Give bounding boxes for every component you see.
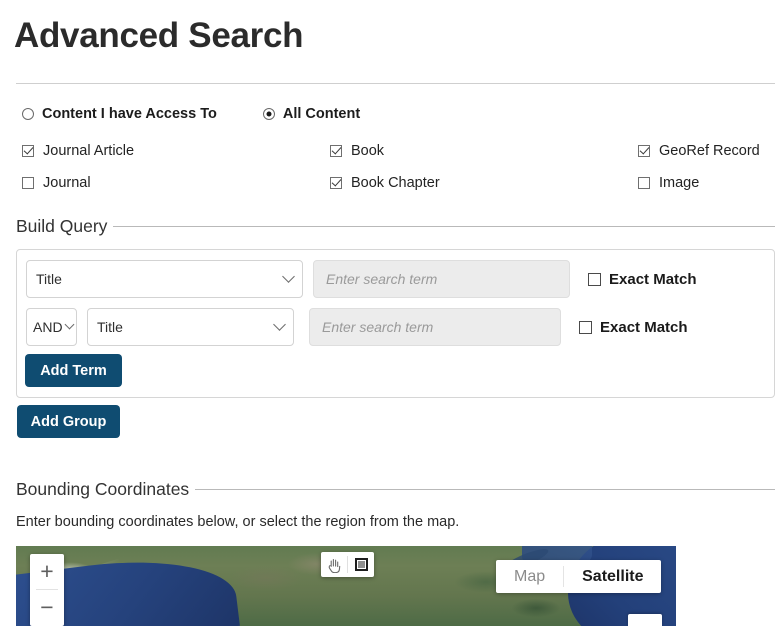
section-divider	[195, 488, 775, 490]
map-type-map-button[interactable]: Map	[496, 560, 563, 593]
exact-match-checkbox-row-2[interactable]: Exact Match	[579, 319, 688, 336]
checkbox-image[interactable]: Image	[638, 175, 699, 191]
search-term-input-row-1[interactable]: Enter search term	[313, 260, 570, 298]
zoom-out-icon[interactable]: −	[30, 590, 64, 625]
map-type-toggle: Map Satellite	[496, 560, 662, 593]
checkbox-checked-icon[interactable]	[330, 145, 342, 157]
map-type-satellite-button[interactable]: Satellite	[564, 560, 661, 593]
section-title: Build Query	[16, 215, 108, 236]
checkbox-label: Book Chapter	[351, 175, 440, 191]
checkbox-label: GeoRef Record	[659, 143, 760, 159]
content-type-checkbox-grid: Journal Article Book GeoRef Record Journ…	[0, 143, 775, 207]
page-title: Advanced Search	[14, 16, 304, 55]
search-term-input-row-2[interactable]: Enter search term	[309, 308, 561, 346]
query-row-2: AND Title Enter search term Exact Match	[26, 308, 688, 346]
radio-all-content[interactable]: All Content	[262, 106, 361, 122]
radio-label: All Content	[282, 106, 361, 122]
field-select-value: Title	[36, 271, 62, 287]
exact-match-checkbox-row-1[interactable]: Exact Match	[588, 271, 697, 288]
section-title: Bounding Coordinates	[16, 478, 190, 499]
boolean-operator-value: AND	[33, 319, 63, 335]
build-query-section-header: Build Query	[16, 215, 775, 237]
pan-hand-icon[interactable]	[321, 552, 347, 577]
title-divider	[16, 83, 775, 84]
exact-match-label: Exact Match	[600, 318, 688, 336]
radio-label: Content I have Access To	[42, 106, 217, 122]
chevron-down-icon	[282, 269, 295, 283]
checkbox-book-chapter[interactable]: Book Chapter	[330, 175, 440, 191]
checkbox-book[interactable]: Book	[330, 143, 384, 159]
map-bottom-control[interactable]	[628, 614, 662, 626]
checkbox-journal-article[interactable]: Journal Article	[22, 143, 134, 159]
search-term-placeholder: Enter search term	[326, 271, 438, 287]
radio-icon-unselected[interactable]	[22, 108, 34, 120]
access-scope-radio-group: Content I have Access To All Content	[22, 106, 360, 122]
field-select-row-1[interactable]: Title	[26, 260, 303, 298]
checkbox-checked-icon[interactable]	[638, 145, 650, 157]
boolean-operator-select-row-2[interactable]: AND	[26, 308, 77, 346]
checkbox-label: Book	[351, 143, 385, 159]
checkbox-label: Journal Article	[43, 143, 135, 159]
checkbox-unchecked-icon[interactable]	[22, 177, 34, 189]
checkbox-checked-icon[interactable]	[330, 177, 342, 189]
rectangle-select-icon[interactable]	[348, 552, 374, 577]
content-type-row: Journal Article Book GeoRef Record	[0, 143, 775, 175]
field-select-value: Title	[97, 319, 123, 335]
checkbox-unchecked-icon[interactable]	[638, 177, 650, 189]
map-tool-control	[321, 552, 374, 577]
chevron-down-icon	[273, 317, 286, 331]
chevron-down-icon	[64, 319, 75, 329]
checkbox-unchecked-icon[interactable]	[579, 320, 592, 334]
checkbox-checked-icon[interactable]	[22, 145, 34, 157]
checkbox-label: Journal	[43, 175, 91, 191]
search-term-placeholder: Enter search term	[322, 319, 434, 335]
map-zoom-control: + −	[30, 554, 64, 626]
radio-icon-selected[interactable]	[262, 108, 275, 120]
advanced-search-page: Advanced Search Content I have Access To…	[0, 0, 775, 626]
bounding-coordinates-section-header: Bounding Coordinates	[16, 478, 775, 500]
checkbox-unchecked-icon[interactable]	[588, 272, 601, 286]
bounding-instructions: Enter bounding coordinates below, or sel…	[16, 514, 460, 530]
section-divider	[113, 225, 775, 227]
radio-content-i-have-access-to[interactable]: Content I have Access To	[22, 106, 217, 122]
field-select-row-2[interactable]: Title	[87, 308, 294, 346]
query-row-1: Title Enter search term Exact Match	[26, 260, 697, 298]
add-term-button[interactable]: Add Term	[25, 354, 122, 387]
content-type-row: Journal Book Chapter Image	[0, 175, 775, 207]
checkbox-georef-record[interactable]: GeoRef Record	[638, 143, 760, 159]
add-group-button[interactable]: Add Group	[17, 405, 120, 438]
checkbox-journal[interactable]: Journal	[22, 175, 91, 191]
query-group-box: Title Enter search term Exact Match AND …	[16, 249, 775, 398]
exact-match-label: Exact Match	[609, 270, 697, 288]
checkbox-label: Image	[659, 175, 700, 191]
zoom-in-icon[interactable]: +	[30, 554, 64, 589]
